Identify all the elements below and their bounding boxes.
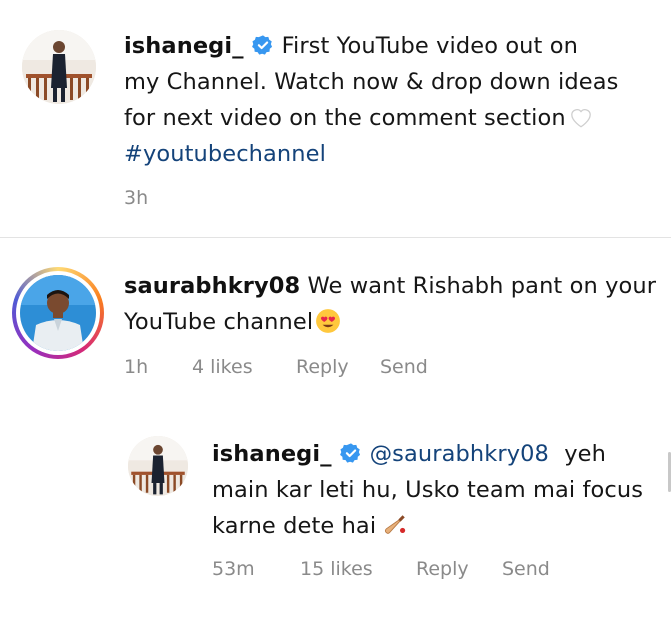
reply-author-username[interactable]: ishanegi_: [212, 441, 332, 467]
reply-line-2: main kar leti hu, Usko team mai focus: [212, 477, 644, 503]
comment-reply-button[interactable]: Reply: [296, 355, 349, 379]
post-timestamp: 3h: [124, 187, 149, 209]
reply-reply-button[interactable]: Reply: [416, 557, 469, 581]
avatar-photo: [128, 436, 188, 496]
avatar-photo: [20, 275, 96, 351]
comment-line-2: YouTube channel: [124, 309, 314, 335]
heart-eyes-emoji: [316, 309, 341, 333]
reply-likes[interactable]: 15 likes: [300, 557, 373, 581]
comment-timestamp: 1h: [124, 356, 149, 378]
section-divider: [0, 237, 671, 238]
reply-body: ishanegi_ @saurabhkry08 yeh main kar leti…: [212, 436, 662, 544]
commenter-avatar: [20, 275, 96, 351]
caption-line-1: First YouTube video out on: [281, 33, 578, 59]
verified-badge-icon: [251, 35, 272, 55]
post-author-avatar[interactable]: [22, 30, 96, 104]
hashtag-link[interactable]: #youtubechannel: [124, 136, 644, 172]
post-meta: 3h: [124, 186, 324, 210]
caption-line-3: for next video on the comment section: [124, 105, 566, 131]
reply-line-3: karne dete hai: [212, 513, 377, 539]
post-author-username[interactable]: ishanegi_: [124, 33, 244, 59]
post-caption: ishanegi_ First YouTube video out on my C…: [124, 28, 644, 172]
reply-timestamp: 53m: [212, 558, 255, 580]
reply-author-avatar[interactable]: [128, 436, 188, 496]
reply-line-1-suffix: yeh: [564, 441, 606, 467]
reply-send-button[interactable]: Send: [502, 557, 550, 581]
reply-meta: 53m 15 likes Reply Send: [212, 557, 632, 581]
comment-likes[interactable]: 4 likes: [192, 355, 253, 379]
comments-screen: ishanegi_ First YouTube video out on my C…: [0, 0, 671, 623]
comment-line-1: We want Rishabh pant on your: [307, 273, 657, 299]
mention-link[interactable]: @saurabhkry08: [370, 441, 549, 467]
comment-send-button[interactable]: Send: [380, 355, 428, 379]
verified-badge-icon: [339, 443, 360, 463]
commenter-username[interactable]: saurabhkry08: [124, 273, 300, 299]
comment-meta: 1h 4 likes Reply Send: [124, 355, 524, 379]
caption-line-2: my Channel. Watch now & drop down ideas: [124, 69, 619, 95]
white-heart-emoji: [570, 109, 591, 128]
comment-body: saurabhkry08 We want Rishabh pant on you…: [124, 268, 657, 340]
commenter-story-ring[interactable]: [12, 267, 104, 359]
cricket-bat-emoji: [385, 515, 406, 534]
avatar-photo: [22, 30, 96, 104]
